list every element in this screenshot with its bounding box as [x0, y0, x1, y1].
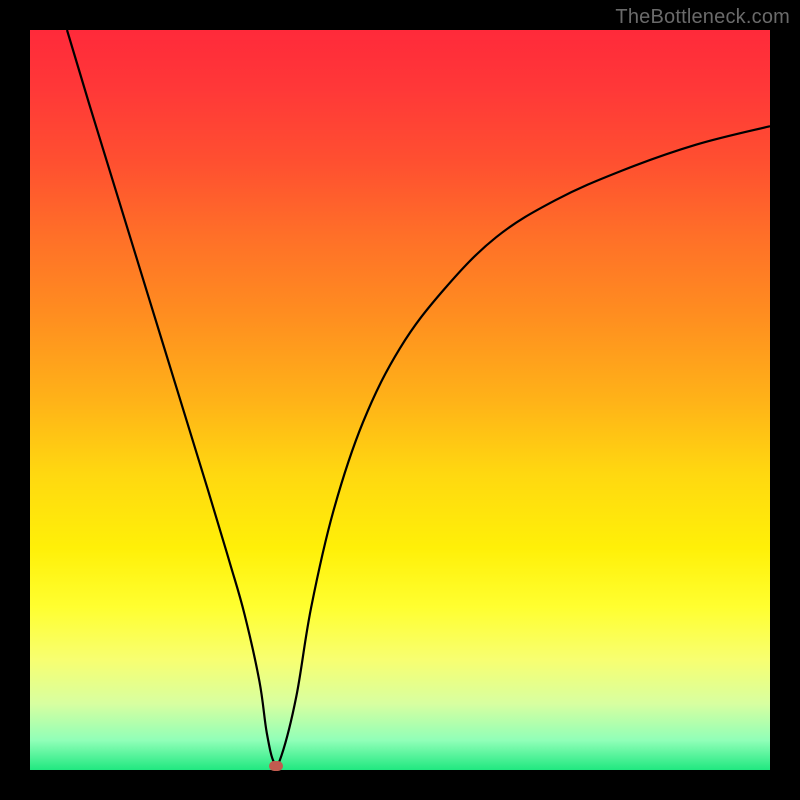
optimal-point-marker	[269, 761, 283, 771]
watermark-label: TheBottleneck.com	[615, 6, 790, 29]
bottleneck-curve	[30, 30, 770, 770]
